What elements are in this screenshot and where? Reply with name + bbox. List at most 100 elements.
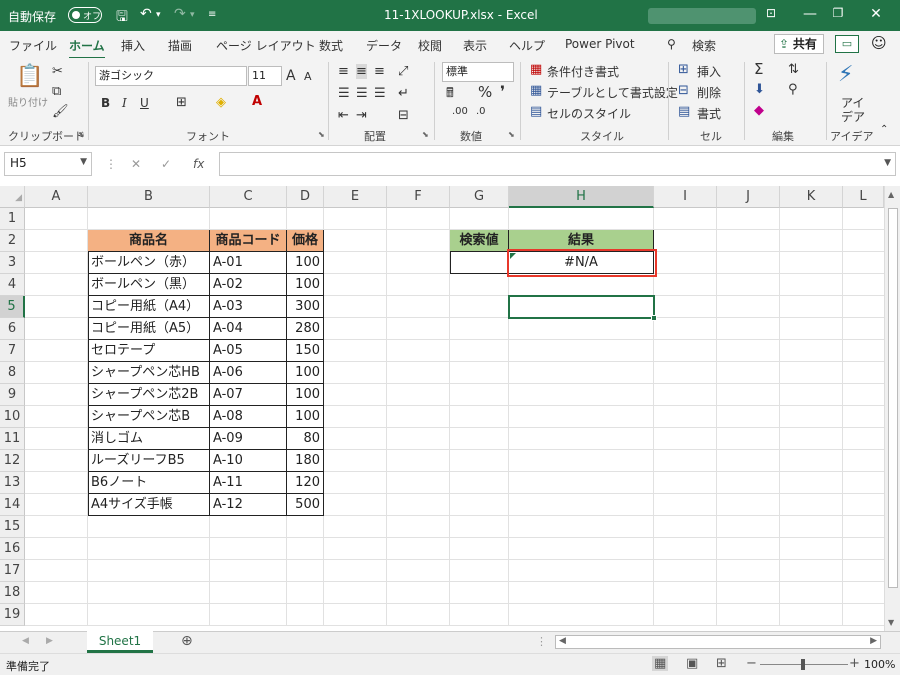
cancel-entry-icon[interactable]: ✕ (131, 157, 141, 171)
font-launcher-icon[interactable]: ⬊ (318, 130, 325, 139)
page-break-view-icon[interactable]: ⊞ (716, 656, 727, 671)
find-select-icon[interactable]: ⚲ (788, 82, 798, 97)
delete-cells-button[interactable]: 削除 (697, 84, 721, 101)
row-header[interactable]: 7 (0, 340, 25, 362)
cell-styles-button[interactable]: セルのスタイル (547, 105, 631, 122)
redo-icon[interactable]: ↷ (174, 6, 186, 22)
format-as-table-button[interactable]: テーブルとして書式設定 (547, 84, 678, 101)
product-code-cell[interactable]: A-02 (210, 274, 287, 296)
ideas-label-2[interactable]: デア (841, 108, 865, 125)
vertical-scrollbar[interactable]: ▲ ▼ (884, 186, 900, 631)
undo-icon[interactable]: ↶ (140, 6, 152, 22)
zoom-in-icon[interactable]: + (849, 656, 860, 671)
fill-icon[interactable]: ⬇ (754, 82, 765, 97)
format-painter-icon[interactable]: 🖌 (52, 104, 69, 119)
align-top-icon[interactable]: ≡ (338, 64, 349, 79)
tab-review[interactable]: 校閲 (418, 37, 442, 54)
product-name-cell[interactable]: A4サイズ手帳 (88, 494, 210, 516)
minimize-icon[interactable]: — (800, 6, 820, 22)
product-name-cell[interactable]: シャープペン芯HB (88, 362, 210, 384)
active-cell[interactable] (508, 295, 655, 319)
add-sheet-icon[interactable]: ⊕ (181, 633, 193, 649)
insert-cells-button[interactable]: 挿入 (697, 63, 721, 80)
ribbon-display-icon[interactable]: ⊡ (761, 6, 781, 20)
conditional-format-icon[interactable]: ▦ (530, 62, 542, 77)
share-button[interactable]: ⇪ 共有 (774, 34, 824, 54)
cut-icon[interactable]: ✂ (52, 64, 63, 79)
row-header[interactable]: 3 (0, 252, 25, 274)
merge-center-icon[interactable]: ⊟ (398, 108, 409, 123)
scroll-left-icon[interactable]: ◀ (559, 636, 566, 646)
column-header[interactable]: B (88, 186, 210, 208)
tab-insert[interactable]: 挿入 (121, 37, 145, 54)
customize-quick-access-icon[interactable]: ≡ (208, 9, 216, 20)
scroll-down-icon[interactable]: ▼ (888, 618, 894, 627)
bold-button[interactable]: B (101, 96, 110, 110)
column-header[interactable]: D (287, 186, 324, 208)
row-header[interactable]: 14 (0, 494, 25, 516)
product-name-cell[interactable]: セロテープ (88, 340, 210, 362)
row-header[interactable]: 2 (0, 230, 25, 252)
header-search-value[interactable]: 検索値 (450, 230, 509, 252)
format-cells-icon[interactable]: ▤ (678, 104, 690, 119)
column-header[interactable]: K (780, 186, 843, 208)
product-name-cell[interactable]: B6ノート (88, 472, 210, 494)
undo-dropdown-icon[interactable]: ▾ (156, 10, 161, 20)
column-header-selected[interactable]: H (509, 186, 654, 208)
row-header[interactable]: 10 (0, 406, 25, 428)
autosum-icon[interactable]: Σ (754, 60, 763, 78)
column-header[interactable]: G (450, 186, 509, 208)
price-cell[interactable]: 100 (287, 406, 324, 428)
copy-icon[interactable]: ⧉ (52, 84, 61, 99)
shrink-font-button[interactable]: A (304, 70, 312, 83)
row-header[interactable]: 11 (0, 428, 25, 450)
price-cell[interactable]: 100 (287, 252, 324, 274)
sheet-tab-sheet1[interactable]: Sheet1 (87, 631, 153, 653)
product-code-cell[interactable]: A-09 (210, 428, 287, 450)
product-code-cell[interactable]: A-08 (210, 406, 287, 428)
column-header[interactable]: J (717, 186, 780, 208)
price-cell[interactable]: 80 (287, 428, 324, 450)
name-box-dropdown-icon[interactable]: ▼ (80, 157, 87, 167)
row-header[interactable]: 6 (0, 318, 25, 340)
row-header[interactable]: 18 (0, 582, 25, 604)
scroll-up-icon[interactable]: ▲ (888, 190, 894, 199)
product-code-cell[interactable]: A-11 (210, 472, 287, 494)
tab-split-handle-icon[interactable]: ⋮ (536, 635, 547, 648)
column-header[interactable]: C (210, 186, 287, 208)
comments-icon[interactable]: ▭ (835, 35, 859, 53)
cell-styles-icon[interactable]: ▤ (530, 104, 542, 119)
feedback-smile-icon[interactable]: ☺ (871, 34, 887, 52)
price-cell[interactable]: 500 (287, 494, 324, 516)
select-all-corner[interactable]: ◢ (0, 186, 25, 208)
scroll-right-icon[interactable]: ▶ (870, 636, 877, 646)
column-header[interactable]: L (843, 186, 884, 208)
row-header[interactable]: 8 (0, 362, 25, 384)
confirm-entry-icon[interactable]: ✓ (161, 157, 171, 171)
align-right-icon[interactable]: ☰ (374, 86, 386, 101)
product-name-cell[interactable]: コピー用紙（A4） (88, 296, 210, 318)
tab-home[interactable]: ホーム (69, 37, 105, 59)
orientation-icon[interactable]: ⤢ (398, 64, 408, 79)
page-layout-view-icon[interactable]: ▣ (686, 656, 698, 671)
column-header[interactable]: E (324, 186, 387, 208)
decrease-indent-icon[interactable]: ⇤ (338, 108, 349, 123)
clipboard-launcher-icon[interactable]: ⬊ (78, 130, 85, 139)
product-code-cell[interactable]: A-05 (210, 340, 287, 362)
zoom-out-icon[interactable]: − (746, 656, 757, 671)
product-code-cell[interactable]: A-01 (210, 252, 287, 274)
tab-power-pivot[interactable]: Power Pivot (565, 37, 635, 51)
increase-indent-icon[interactable]: ⇥ (356, 108, 367, 123)
row-header[interactable]: 13 (0, 472, 25, 494)
product-name-cell[interactable]: 消しゴム (88, 428, 210, 450)
format-cells-button[interactable]: 書式 (697, 105, 721, 122)
row-header[interactable]: 9 (0, 384, 25, 406)
price-cell[interactable]: 100 (287, 274, 324, 296)
redo-dropdown-icon[interactable]: ▾ (190, 10, 195, 20)
normal-view-icon[interactable]: ▦ (652, 656, 669, 671)
column-header[interactable]: F (387, 186, 450, 208)
header-product-name[interactable]: 商品名 (88, 230, 210, 252)
row-header[interactable]: 15 (0, 516, 25, 538)
tab-page-layout[interactable]: ページ レイアウト (216, 37, 316, 54)
price-cell[interactable]: 300 (287, 296, 324, 318)
